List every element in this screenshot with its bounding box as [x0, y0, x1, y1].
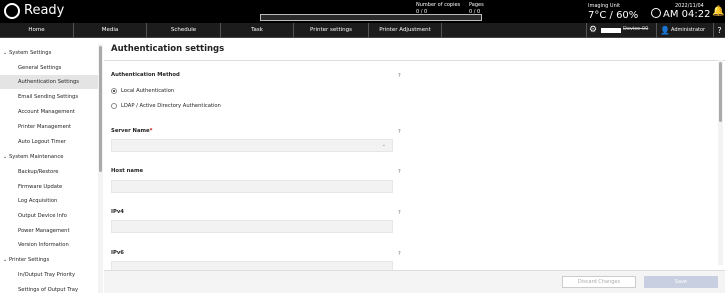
help-icon[interactable]: ?	[398, 169, 401, 175]
bell-icon[interactable]: 🔔	[712, 6, 724, 17]
tab-task[interactable]: Task	[221, 23, 294, 38]
chevron-down-icon: ⌄	[381, 142, 386, 148]
sidebar-item-email-sending-settings[interactable]: Email Sending Settings	[0, 90, 100, 104]
sidebar-section-system-settings[interactable]: ⌄ System Settings	[0, 46, 100, 60]
chevron-down-icon: ⌄	[3, 257, 8, 263]
chevron-down-icon: ⌄	[3, 154, 8, 160]
user-name: Administrator	[671, 27, 706, 33]
ipv4-label: IPv4	[111, 209, 124, 215]
host-name-label: Host name	[111, 168, 144, 174]
settings-panel: Authentication settings Authentication M…	[104, 40, 725, 293]
divider	[104, 60, 725, 61]
user-icon: 👤	[660, 26, 670, 35]
radio-ldap-auth[interactable]	[111, 103, 117, 109]
host-name-input[interactable]	[111, 180, 393, 193]
ipv6-label: IPv6	[111, 250, 124, 256]
gear-icon[interactable]: ⚙	[586, 23, 599, 38]
help-icon[interactable]: ?	[398, 129, 401, 135]
ipv4-input[interactable]	[111, 220, 393, 233]
sidebar-item-auto-logout-timer[interactable]: Auto Logout Timer	[0, 135, 100, 149]
main-scroll-thumb[interactable]	[719, 62, 722, 122]
time-display: AM 04:22	[663, 9, 711, 20]
discard-changes-button[interactable]: Discard Changes	[562, 276, 636, 288]
sidebar-item-general-settings[interactable]: General Settings	[0, 61, 100, 75]
imaging-unit-label: Imaging Unit	[588, 3, 621, 9]
printer-status-label: Device-00	[623, 26, 649, 32]
sidebar-item-output-tray-settings[interactable]: Settings of Output Tray	[0, 283, 100, 293]
auth-method-label: Authentication Method	[111, 72, 180, 78]
radio-local-auth-label[interactable]: Local Authentication	[121, 88, 174, 94]
copies-label: Number of copies	[416, 2, 461, 8]
printer-status[interactable]: Device-00	[601, 25, 655, 36]
pages-label: Pages	[469, 2, 484, 8]
printer-icon	[601, 28, 621, 33]
main-nav: Home Media Schedule Task Printer setting…	[0, 23, 725, 38]
radio-ldap-auth-label[interactable]: LDAP / Active Directory Authentication	[121, 103, 221, 109]
status-bar: Ready Number of copies 0 / 0 Pages 0 / 0…	[0, 0, 725, 23]
tab-printer-settings[interactable]: Printer settings	[294, 23, 369, 38]
job-progress-bar	[260, 14, 482, 21]
sidebar-section-system-maintenance[interactable]: ⌄ System Maintenance	[0, 150, 100, 164]
settings-sidebar: ⌄ System Settings General Settings Authe…	[0, 44, 100, 293]
sidebar-item-log-acquisition[interactable]: Log Acquisition	[0, 194, 100, 208]
imaging-unit-value: 7°C / 60%	[588, 10, 639, 21]
sidebar-item-backup-restore[interactable]: Backup/Restore	[0, 165, 100, 179]
help-icon[interactable]: ?	[398, 73, 401, 79]
sidebar-section-printer-settings[interactable]: ⌄ Printer Settings	[0, 253, 100, 267]
page-title: Authentication settings	[111, 44, 225, 54]
action-footer: Discard Changes Save	[104, 270, 725, 293]
sidebar-item-tray-priority[interactable]: In/Output Tray Priority	[0, 268, 100, 282]
sidebar-item-firmware-update[interactable]: Firmware Update	[0, 180, 100, 194]
server-name-select[interactable]: ⌄	[111, 139, 393, 152]
save-button[interactable]: Save	[644, 276, 718, 288]
radio-local-auth[interactable]	[111, 88, 117, 94]
sidebar-item-authentication-settings[interactable]: Authentication Settings	[0, 75, 100, 89]
tab-media[interactable]: Media	[74, 23, 147, 38]
chevron-down-icon: ⌄	[3, 50, 8, 56]
tab-home[interactable]: Home	[0, 23, 74, 38]
help-icon[interactable]: ?	[713, 23, 725, 38]
sidebar-item-version-information[interactable]: Version Information	[0, 238, 100, 252]
sidebar-item-power-management[interactable]: Power Management	[0, 224, 100, 238]
sidebar-scroll-thumb[interactable]	[99, 46, 102, 172]
ready-status-text: Ready	[24, 3, 65, 18]
sidebar-item-account-management[interactable]: Account Management	[0, 105, 100, 119]
help-icon[interactable]: ?	[398, 251, 401, 257]
tab-schedule[interactable]: Schedule	[147, 23, 221, 38]
clock-icon	[651, 8, 661, 18]
sidebar-item-printer-management[interactable]: Printer Management	[0, 120, 100, 134]
user-menu[interactable]: 👤 Administrator	[656, 23, 711, 38]
ready-circle-icon	[4, 3, 20, 19]
server-name-label: Server Name*	[111, 128, 153, 134]
tab-printer-adjustment[interactable]: Printer Adjustment	[369, 23, 442, 38]
sidebar-item-output-device-info[interactable]: Output Device Info	[0, 209, 100, 223]
help-icon[interactable]: ?	[398, 210, 401, 216]
